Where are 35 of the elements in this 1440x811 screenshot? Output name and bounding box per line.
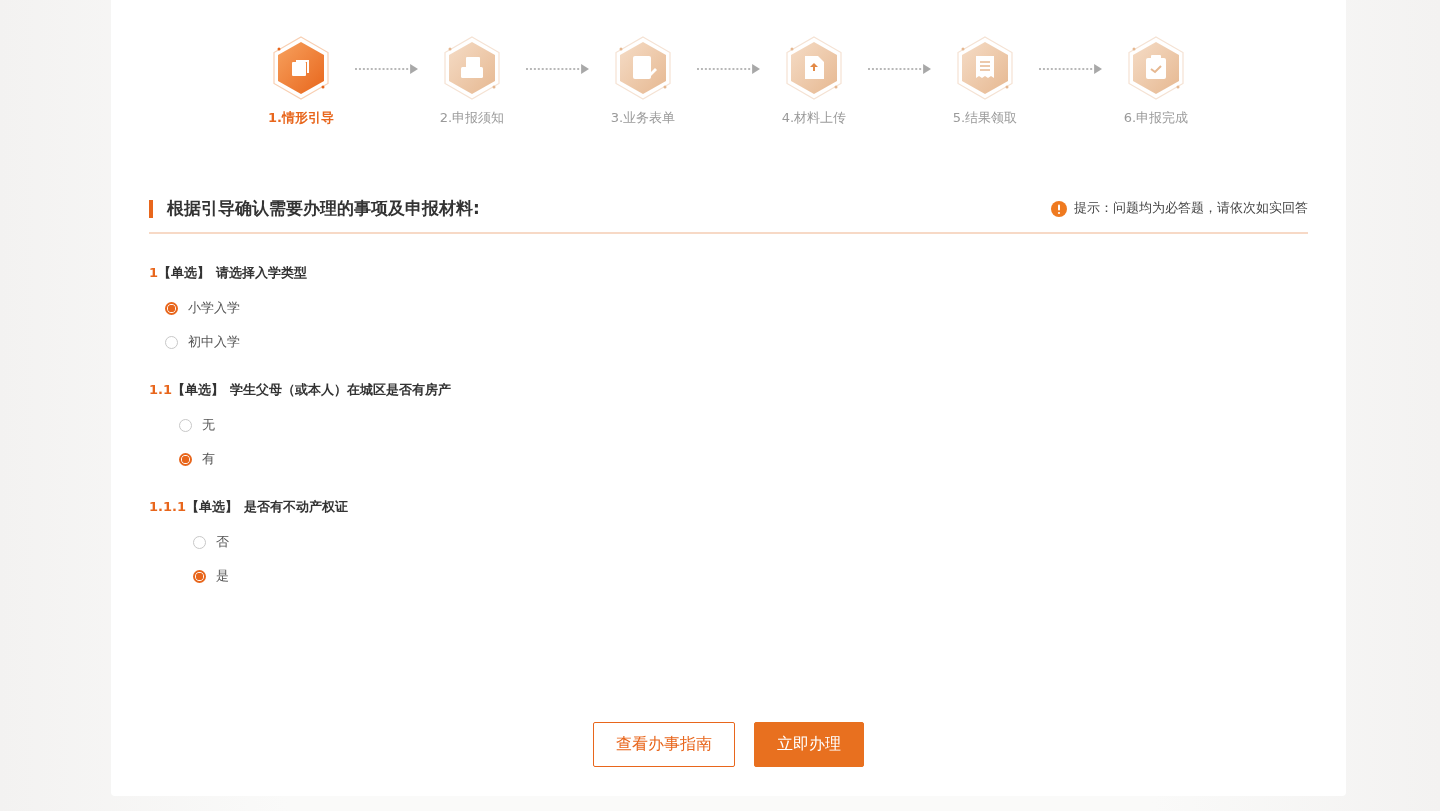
- question-type: 【单选】: [158, 264, 211, 282]
- question-text: 是否有不动产权证: [244, 498, 348, 516]
- question-number: 1.1: [149, 382, 173, 397]
- step-tab[interactable]: 6.申报完成: [1106, 36, 1206, 127]
- question-text: 请选择入学类型: [216, 264, 308, 282]
- dotted-arrow: [526, 63, 589, 75]
- radio-button[interactable]: [165, 301, 178, 315]
- option-label[interactable]: 否: [216, 533, 229, 551]
- accent-bar: [149, 199, 153, 218]
- dotted-arrow: [1039, 63, 1102, 75]
- step-tab[interactable]: 3.业务表单: [593, 36, 693, 127]
- dotted-arrow: [697, 63, 760, 75]
- question-number: 1: [149, 265, 159, 280]
- section-title: 根据引导确认需要办理的事项及申报材料:: [167, 197, 481, 220]
- option-label[interactable]: 无: [202, 416, 215, 434]
- radio-button[interactable]: [193, 569, 206, 583]
- dotted-arrow: [355, 63, 418, 75]
- warning-icon: [1051, 200, 1067, 217]
- dotted-arrow: [868, 63, 931, 75]
- hint-text: 提示：问题均为必答题，请依次如实回答: [1074, 200, 1308, 217]
- question-type: 【单选】: [186, 498, 238, 516]
- option-label[interactable]: 是: [216, 567, 229, 585]
- step-tab[interactable]: 5.结果领取: [935, 36, 1035, 127]
- question-type: 【单选】: [172, 381, 225, 399]
- option-label[interactable]: 有: [202, 450, 215, 468]
- guide-button[interactable]: 查看办事指南: [593, 722, 735, 767]
- submit-button[interactable]: 立即办理: [754, 722, 864, 767]
- option-label[interactable]: 小学入学: [188, 299, 240, 317]
- step-tab[interactable]: 2.申报须知: [422, 36, 522, 127]
- step-tab[interactable]: 4.材料上传: [764, 36, 864, 127]
- question-number: 1.1.1: [149, 499, 186, 514]
- question-text: 学生父母（或本人）在城区是否有房产: [230, 381, 452, 399]
- radio-button[interactable]: [179, 452, 192, 466]
- step-tab[interactable]: 1.情形引导: [251, 36, 351, 127]
- option-label[interactable]: 初中入学: [188, 333, 240, 351]
